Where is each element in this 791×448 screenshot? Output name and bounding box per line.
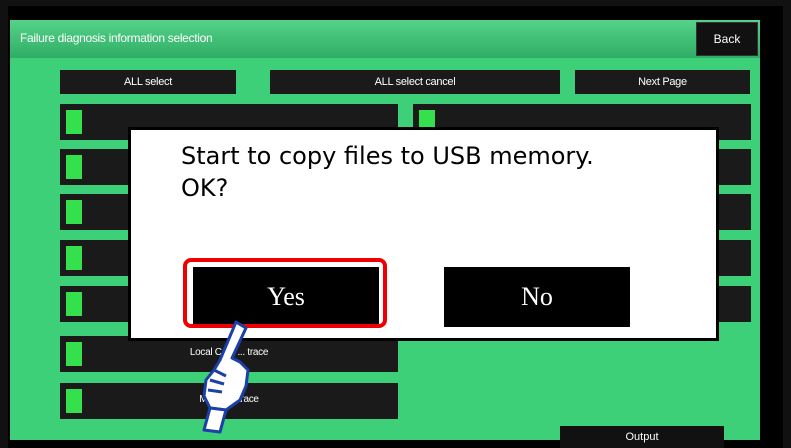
- status-indicator: [66, 155, 82, 179]
- all-select-cancel-button[interactable]: ALL select cancel: [270, 70, 560, 94]
- output-button[interactable]: Output: [560, 426, 724, 448]
- all-select-button[interactable]: ALL select: [60, 70, 236, 94]
- status-indicator: [66, 110, 82, 134]
- dialog-message: Start to copy files to USB memory. OK?: [181, 140, 594, 204]
- status-indicator: [66, 246, 82, 270]
- next-page-button[interactable]: Next Page: [575, 70, 750, 94]
- title-bar: Failure diagnosis information selection: [10, 20, 760, 58]
- back-button[interactable]: Back: [696, 22, 758, 56]
- no-button[interactable]: No: [444, 267, 630, 327]
- status-indicator: [66, 292, 82, 316]
- dialog-message-line1: Start to copy files to USB memory.: [181, 142, 594, 170]
- dialog-message-line2: OK?: [181, 174, 229, 202]
- pointing-hand-icon: [202, 320, 250, 434]
- status-indicator: [66, 200, 82, 224]
- page-title: Failure diagnosis information selection: [20, 31, 213, 45]
